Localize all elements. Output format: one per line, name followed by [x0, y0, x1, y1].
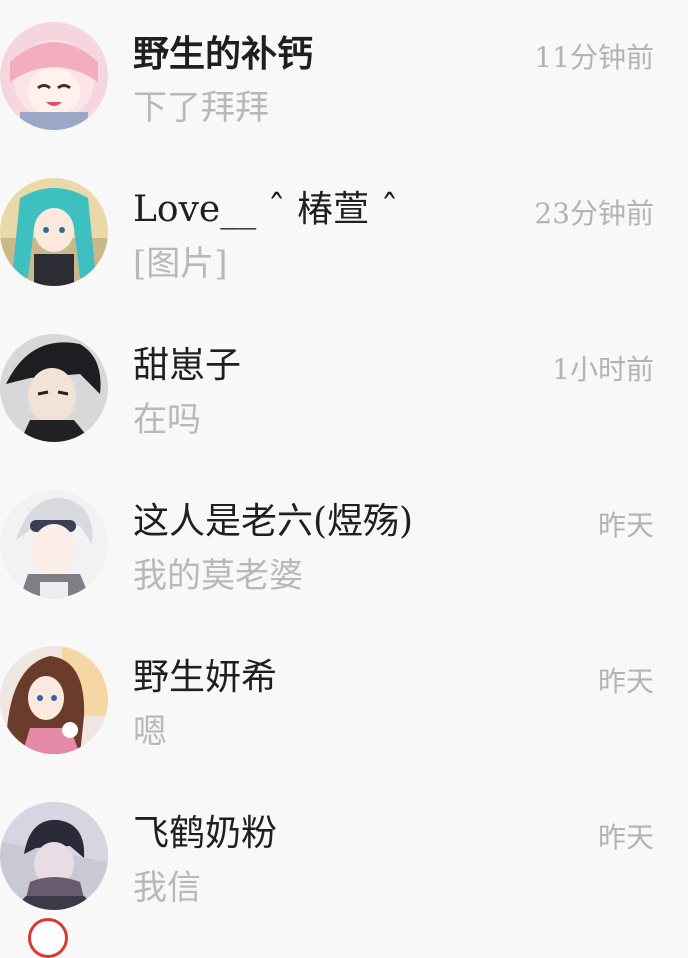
last-message: 在吗 — [133, 400, 201, 440]
avatar[interactable] — [28, 918, 68, 958]
avatar[interactable] — [0, 334, 108, 442]
last-message: 我信 — [133, 868, 201, 908]
anime-girl-pink-avatar-icon — [0, 22, 108, 130]
avatar[interactable] — [0, 646, 108, 754]
contact-name: Love__ ˆ 椿萱 ˆ — [133, 189, 399, 230]
conversation-row[interactable]: 飞鹤奶粉 昨天 我信 — [0, 802, 688, 958]
anime-boy-dark-avatar-icon — [0, 334, 108, 442]
last-message: 嗯 — [133, 712, 167, 752]
contact-name: 这人是老六(煜殇) — [133, 501, 414, 542]
avatar[interactable] — [0, 22, 108, 130]
contact-name: 野生妍希 — [133, 657, 278, 698]
conversation-row[interactable]: 甜崽子 1小时前 在吗 — [0, 334, 688, 490]
conversation-row[interactable]: 这人是老六(煜殇) 昨天 我的莫老婆 — [0, 490, 688, 646]
conversation-row[interactable]: 野生妍希 昨天 嗯 — [0, 646, 688, 802]
avatar[interactable] — [0, 802, 108, 910]
contact-name: 甜崽子 — [133, 345, 242, 386]
timestamp: 昨天 — [597, 665, 654, 698]
conversation-row[interactable]: 野生的补钙 11分钟前 下了拜拜 — [0, 22, 688, 178]
timestamp: 11分钟前 — [534, 41, 654, 74]
conversation-row[interactable]: Love__ ˆ 椿萱 ˆ 23分钟前 [图片] — [0, 178, 688, 334]
last-message: 下了拜拜 — [133, 88, 269, 128]
timestamp: 昨天 — [597, 821, 654, 854]
avatar[interactable] — [0, 490, 108, 598]
avatar[interactable] — [0, 178, 108, 286]
timestamp: 昨天 — [597, 509, 654, 542]
contact-name: 飞鹤奶粉 — [133, 813, 278, 854]
anime-boy-white-hair-avatar-icon — [0, 490, 108, 598]
timestamp: 23分钟前 — [534, 197, 654, 230]
last-message: 我的莫老婆 — [133, 556, 303, 596]
conversation-list: 野生的补钙 11分钟前 下了拜拜 Love__ ˆ 椿萱 ˆ 23分钟前 [图片… — [0, 0, 688, 958]
anime-girl-brown-hair-avatar-icon — [0, 646, 108, 754]
last-message: [图片] — [133, 244, 228, 284]
contact-name: 野生的补钙 — [133, 33, 314, 75]
anime-girl-teal-avatar-icon — [0, 178, 108, 286]
anime-boy-scarf-avatar-icon — [0, 802, 108, 910]
timestamp: 1小时前 — [552, 353, 654, 386]
